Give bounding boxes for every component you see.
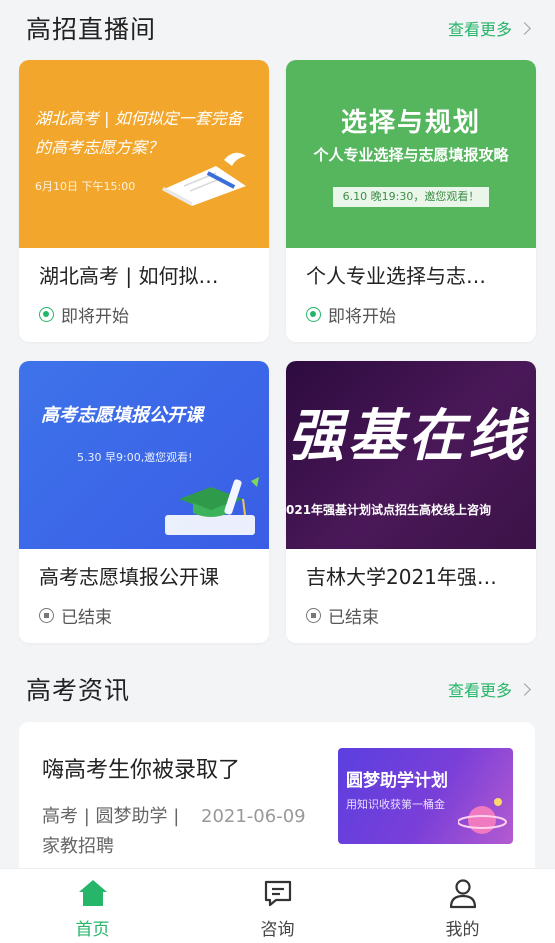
live-more-link[interactable]: 查看更多 bbox=[447, 16, 531, 40]
live-status: 即将开始 bbox=[39, 302, 129, 327]
thumb-subtitle: 个人专业选择与志愿填报攻略 bbox=[313, 146, 509, 164]
thumb-date-pill: 6.10 晚19:30，邀您观看！ bbox=[333, 187, 489, 207]
live-more-label: 查看更多 bbox=[447, 20, 512, 39]
live-status-label: 即将开始 bbox=[61, 307, 129, 327]
ended-icon bbox=[39, 608, 54, 623]
live-thumb-hubei: 湖北高考 | 如何拟定一套完备 的高考志愿方案？ 6月10日 下午15:00 bbox=[19, 60, 269, 248]
thumb-title: 选择与规划 bbox=[340, 108, 481, 138]
thumb-title: 强基在线 bbox=[288, 404, 528, 469]
live-status: 已结束 bbox=[306, 603, 379, 628]
tab-home-label: 首页 bbox=[75, 920, 110, 940]
tab-mine[interactable]: 我的 bbox=[370, 869, 555, 943]
live-section-title: 高招直播间 bbox=[26, 15, 157, 44]
live-thumb-jilin: 强基在线 021年强基计划试点招生高校线上咨询 bbox=[286, 361, 536, 549]
upcoming-icon bbox=[39, 307, 54, 322]
live-thumb-open-class: 高考志愿填报公开课 5.30 早9:00,邀您观看! bbox=[19, 361, 269, 549]
home-icon bbox=[78, 880, 107, 906]
graduation-cap-illustration bbox=[165, 477, 259, 535]
news-section-title: 高考资讯 bbox=[26, 676, 131, 705]
chevron-right-icon bbox=[518, 21, 531, 35]
tab-home[interactable]: 首页 bbox=[0, 869, 185, 943]
live-card-title: 湖北高考 | 如何拟… bbox=[39, 264, 219, 288]
live-thumb-major-choice: 选择与规划 个人专业选择与志愿填报攻略 6.10 晚19:30，邀您观看！ bbox=[286, 60, 536, 248]
news-title: 嗨高考生你被录取了 bbox=[42, 758, 241, 783]
thumb-subtitle: 021年强基计划试点招生高校线上咨询 bbox=[286, 503, 492, 517]
live-card-major-choice[interactable]: 选择与规划 个人专业选择与志愿填报攻略 6.10 晚19:30，邀您观看！ 个人… bbox=[286, 60, 536, 342]
live-card-hubei[interactable]: 湖北高考 | 如何拟定一套完备 的高考志愿方案？ 6月10日 下午15:00 湖… bbox=[19, 60, 269, 342]
news-more-label: 查看更多 bbox=[447, 681, 512, 700]
news-section-header: 高考资讯 查看更多 bbox=[0, 669, 555, 709]
thumb-date: 6月10日 下午15:00 bbox=[35, 180, 136, 193]
live-status-label: 已结束 bbox=[61, 608, 112, 628]
upcoming-icon bbox=[306, 307, 321, 322]
news-more-link[interactable]: 查看更多 bbox=[447, 677, 531, 701]
planet-illustration bbox=[458, 798, 507, 834]
live-card-title: 吉林大学2021年强… bbox=[306, 565, 497, 589]
live-card-open-class[interactable]: 高考志愿填报公开课 5.30 早9:00,邀您观看! 高考志愿填报公开课 已结束 bbox=[19, 361, 269, 643]
live-status-label: 即将开始 bbox=[328, 307, 396, 327]
live-card-title: 个人专业选择与志… bbox=[306, 264, 486, 288]
ended-icon bbox=[306, 608, 321, 623]
thumb-title: 圆梦助学计划 bbox=[346, 771, 448, 791]
thumb-subtitle: 用知识收获第一桶金 bbox=[346, 798, 445, 811]
live-card-jilin[interactable]: 强基在线 021年强基计划试点招生高校线上咨询 吉林大学2021年强… 已结束 bbox=[286, 361, 536, 643]
thumb-title: 高考志愿填报公开课 bbox=[41, 405, 203, 426]
tab-mine-label: 我的 bbox=[445, 920, 480, 940]
chevron-right-icon bbox=[518, 682, 531, 696]
news-date: 2021-06-09 bbox=[201, 806, 306, 827]
live-card-title: 高考志愿填报公开课 bbox=[39, 565, 219, 589]
bottom-tab-bar: 首页 咨询 我的 bbox=[0, 868, 555, 943]
news-thumbnail: 圆梦助学计划 用知识收获第一桶金 bbox=[338, 748, 513, 844]
tab-consult-label: 咨询 bbox=[260, 920, 295, 940]
thumb-text: 的高考志愿方案？ bbox=[35, 138, 164, 157]
chat-icon bbox=[264, 880, 291, 907]
user-icon bbox=[449, 879, 476, 909]
live-status: 即将开始 bbox=[306, 302, 396, 327]
thumb-text: 湖北高考 | 如何拟定一套完备 bbox=[35, 109, 243, 128]
news-tags: 高考 | 圆梦助学 | 家教招聘 bbox=[42, 806, 180, 857]
news-item[interactable]: 嗨高考生你被录取了 高考 | 圆梦助学 | 家教招聘 2021-06-09 圆梦… bbox=[19, 722, 535, 882]
live-status-label: 已结束 bbox=[328, 608, 379, 628]
thumb-date: 5.30 早9:00,邀您观看! bbox=[77, 451, 193, 464]
paper-pen-illustration bbox=[162, 152, 246, 206]
live-section-header: 高招直播间 查看更多 bbox=[0, 8, 555, 48]
live-status: 已结束 bbox=[39, 603, 112, 628]
tab-consult[interactable]: 咨询 bbox=[185, 869, 370, 943]
